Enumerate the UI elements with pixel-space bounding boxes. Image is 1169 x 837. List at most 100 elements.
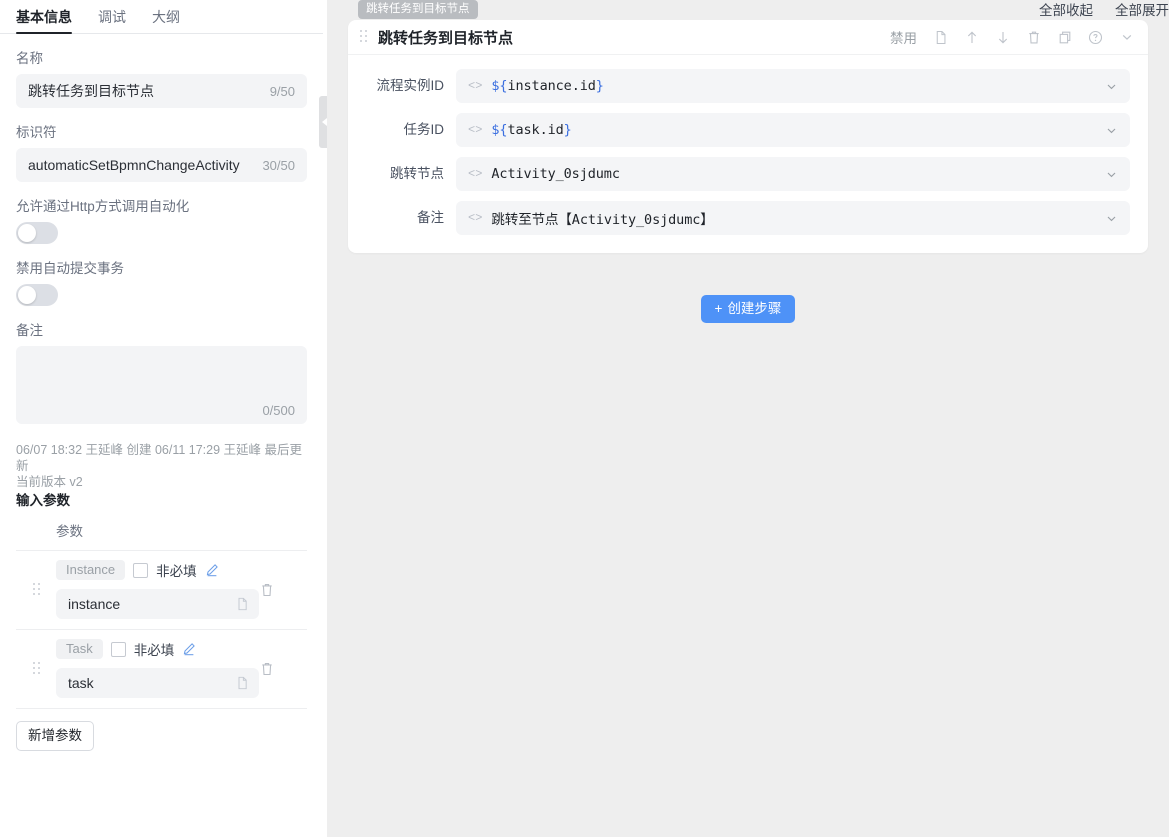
- param-value-text: instance: [68, 596, 120, 612]
- identifier-input-value: automaticSetBpmnChangeActivity: [28, 157, 240, 173]
- remark-field-label: 备注: [16, 322, 307, 340]
- code-brackets-icon: <>: [468, 79, 482, 93]
- http-toggle-switch[interactable]: [16, 222, 58, 244]
- help-circle-icon[interactable]: [1088, 30, 1103, 45]
- document-icon[interactable]: [933, 30, 948, 45]
- field-label: 跳转节点: [366, 165, 456, 183]
- step-card: 跳转任务到目标节点 禁用: [348, 20, 1148, 253]
- field-row-process-instance-id: 流程实例ID <> ${instance.id}: [366, 69, 1130, 103]
- input-params-title: 输入参数: [16, 492, 307, 510]
- tab-debug-label: 调试: [98, 9, 126, 25]
- field-row-target-node: 跳转节点 <> Activity_0sjdumc: [366, 157, 1130, 191]
- table-row: Task 非必填 task: [16, 630, 307, 709]
- field-input[interactable]: <> Activity_0sjdumc: [456, 157, 1130, 191]
- param-column-header: 参数: [16, 510, 307, 551]
- create-step-label: 创建步骤: [727, 301, 781, 316]
- chevron-down-icon[interactable]: [1105, 124, 1118, 137]
- tab-debug[interactable]: 调试: [98, 9, 126, 33]
- http-toggle-knob: [18, 224, 36, 242]
- param-delete-icon[interactable]: [260, 662, 274, 677]
- arrow-up-icon[interactable]: [964, 30, 979, 45]
- chevron-down-icon[interactable]: [1105, 168, 1118, 181]
- param-value-text: task: [68, 675, 94, 691]
- step-card-body: 流程实例ID <> ${instance.id} 任务ID <> ${task.…: [348, 55, 1148, 253]
- transaction-toggle-switch[interactable]: [16, 284, 58, 306]
- identifier-input[interactable]: automaticSetBpmnChangeActivity 30/50: [16, 148, 307, 182]
- card-drag-handle-icon[interactable]: [360, 30, 368, 44]
- edit-pencil-icon[interactable]: [205, 563, 219, 577]
- param-value-input[interactable]: task: [56, 668, 259, 698]
- param-value-input[interactable]: instance: [56, 589, 259, 619]
- expand-all-button[interactable]: 全部展开: [1115, 3, 1169, 19]
- param-row: Instance 非必填 instance: [16, 551, 307, 630]
- tab-outline[interactable]: 大纲: [152, 9, 180, 33]
- create-step-button[interactable]: + 创建步骤: [701, 295, 796, 323]
- left-sidebar: 基本信息 调试 大纲 名称 跳转任务到目标节点 9/50 标识符 automat…: [0, 0, 323, 837]
- tab-outline-label: 大纲: [152, 9, 180, 25]
- app-root: 基本信息 调试 大纲 名称 跳转任务到目标节点 9/50 标识符 automat…: [0, 0, 1169, 837]
- transaction-toggle-knob: [18, 286, 36, 304]
- param-doc-icon[interactable]: [236, 676, 249, 690]
- chevron-down-icon[interactable]: [1105, 212, 1118, 225]
- field-row-remark: 备注 <> 跳转至节点【Activity_0sjdumc】: [366, 201, 1130, 235]
- step-card-title: 跳转任务到目标节点: [378, 27, 513, 48]
- tab-basic-info-label: 基本信息: [16, 9, 72, 25]
- remark-textarea[interactable]: 0/500: [16, 346, 307, 424]
- http-toggle-label: 允许通过Http方式调用自动化: [16, 198, 307, 216]
- code-brackets-icon: <>: [468, 123, 482, 137]
- param-doc-icon[interactable]: [236, 597, 249, 611]
- tab-basic-info[interactable]: 基本信息: [16, 9, 72, 33]
- field-label: 备注: [366, 209, 456, 227]
- param-optional-checkbox[interactable]: [133, 563, 148, 578]
- arrow-down-icon[interactable]: [995, 30, 1010, 45]
- field-input[interactable]: <> ${task.id}: [456, 113, 1130, 147]
- field-input[interactable]: <> ${instance.id}: [456, 69, 1130, 103]
- name-input-value: 跳转任务到目标节点: [28, 81, 154, 101]
- main-canvas: 全部收起 全部展开 跳转任务到目标节点 跳转任务到目标节点 禁用: [327, 0, 1169, 837]
- param-optional-checkbox[interactable]: [111, 642, 126, 657]
- identifier-input-counter: 30/50: [262, 158, 295, 173]
- chevron-down-icon[interactable]: [1105, 80, 1118, 93]
- step-card-tools: 禁用: [890, 27, 1134, 47]
- plus-icon: +: [715, 301, 723, 316]
- param-tag-row: Instance 非必填: [56, 559, 307, 581]
- meta-line-2: 当前版本 v2: [16, 474, 307, 490]
- add-param-button[interactable]: 新增参数: [16, 721, 94, 751]
- field-label: 任务ID: [366, 121, 456, 139]
- param-name-tag[interactable]: Task: [56, 639, 103, 659]
- transaction-toggle-label: 禁用自动提交事务: [16, 260, 307, 278]
- drag-handle-icon[interactable]: [33, 662, 41, 676]
- chevron-down-icon[interactable]: [1119, 30, 1134, 45]
- meta-line-1: 06/07 18:32 王延峰 创建 06/11 17:29 王延峰 最后更新: [16, 443, 302, 473]
- field-value: ${instance.id}: [491, 78, 603, 94]
- node-tooltip-chip: 跳转任务到目标节点: [358, 0, 478, 19]
- name-input[interactable]: 跳转任务到目标节点 9/50: [16, 74, 307, 108]
- param-optional-label: 非必填: [134, 639, 175, 659]
- disable-button[interactable]: 禁用: [890, 27, 917, 47]
- field-row-task-id: 任务ID <> ${task.id}: [366, 113, 1130, 147]
- field-label: 流程实例ID: [366, 77, 456, 95]
- edit-pencil-icon[interactable]: [182, 642, 196, 656]
- drag-handle-icon[interactable]: [33, 583, 41, 597]
- code-brackets-icon: <>: [468, 211, 482, 225]
- param-name-tag[interactable]: Instance: [56, 560, 125, 580]
- step-card-header: 跳转任务到目标节点 禁用: [348, 20, 1148, 55]
- param-tag-row: Task 非必填: [56, 638, 307, 660]
- field-value: Activity_0sjdumc: [491, 166, 619, 182]
- name-input-counter: 9/50: [270, 84, 295, 99]
- field-value: ${task.id}: [491, 122, 571, 138]
- record-meta: 06/07 18:32 王延峰 创建 06/11 17:29 王延峰 最后更新 …: [16, 442, 307, 490]
- trash-icon[interactable]: [1026, 30, 1041, 45]
- sidebar-body: 名称 跳转任务到目标节点 9/50 标识符 automaticSetBpmnCh…: [0, 50, 323, 751]
- field-value: 跳转至节点【Activity_0sjdumc】: [491, 208, 713, 228]
- name-field-label: 名称: [16, 50, 307, 68]
- sidebar-tabbar: 基本信息 调试 大纲: [0, 0, 323, 34]
- param-optional-label: 非必填: [156, 560, 197, 580]
- field-input[interactable]: <> 跳转至节点【Activity_0sjdumc】: [456, 201, 1130, 235]
- copy-icon[interactable]: [1057, 30, 1072, 45]
- remark-counter: 0/500: [262, 403, 295, 418]
- identifier-field-label: 标识符: [16, 124, 307, 142]
- create-step-wrapper: + 创建步骤: [348, 295, 1148, 323]
- collapse-all-button[interactable]: 全部收起: [1039, 3, 1093, 19]
- param-delete-icon[interactable]: [260, 583, 274, 598]
